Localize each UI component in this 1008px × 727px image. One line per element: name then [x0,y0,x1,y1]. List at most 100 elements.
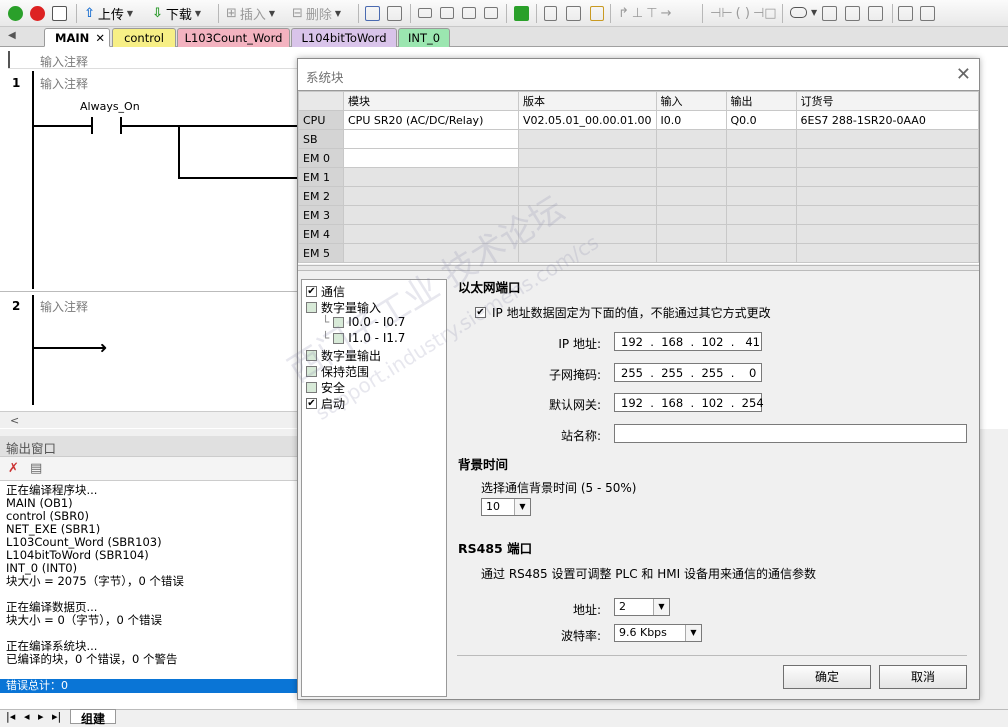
go-icon[interactable] [514,6,529,21]
cell-output[interactable] [725,186,797,206]
tab-l104bittoword[interactable]: L104bitToWord [291,28,397,47]
tab-l103count-word[interactable]: L103Count_Word [177,28,290,47]
cell-module[interactable]: CPU SR20 (AC/DC/Relay) [343,110,519,130]
station-name-field[interactable] [614,424,967,443]
close-icon[interactable]: ✕ [956,64,971,85]
cell-output[interactable] [725,167,797,187]
tab-main[interactable]: MAIN ✕ [44,28,110,47]
properties-icon[interactable] [868,6,883,21]
cell-version[interactable] [518,129,657,149]
cell-input[interactable] [655,186,727,206]
next-page-icon[interactable]: ▸ [38,710,44,723]
fixed-ip-checkbox[interactable]: ✔ [475,307,486,318]
key-icon[interactable] [590,6,604,21]
cell-module[interactable] [343,205,519,225]
splitter[interactable] [298,265,979,271]
cell-order[interactable] [795,167,979,187]
tree-item-security[interactable]: 安全 [306,379,345,396]
tab-int-0[interactable]: INT_0 [398,28,450,47]
last-page-icon[interactable]: ▸| [52,710,61,723]
table-row[interactable]: EM 0 [298,148,979,168]
upload-button[interactable]: ⇧ 上传 ▼ [84,4,133,23]
clear-output-icon[interactable]: ✗ [8,461,19,476]
cell-input[interactable] [655,148,727,168]
contact-icon[interactable]: ⊣⊢ [710,6,733,21]
stop-icon[interactable] [30,6,45,21]
unlock-icon[interactable] [566,6,581,21]
table-row[interactable]: EM 2 [298,186,979,206]
cell-version[interactable]: V02.05.01_00.00.01.00 [518,110,657,130]
tree-item-i1[interactable]: └ I1.0 - I1.7 [322,331,405,345]
tree-item-retentive[interactable]: 保持范围 [306,363,369,380]
edit-icon[interactable] [845,6,860,21]
tree-item-startup[interactable]: ✔ 启动 [306,395,345,412]
table-row[interactable]: EM 1 [298,167,979,187]
table-row[interactable]: CPU CPU SR20 (AC/DC/Relay) V02.05.01_00.00… [298,110,979,130]
insert-button[interactable]: ⊞ 插入 ▼ [226,4,275,23]
table-row[interactable]: EM 3 [298,205,979,225]
delete-button[interactable]: ⊟ 删除 ▼ [292,4,341,23]
cell-output[interactable] [725,224,797,244]
timer-icon[interactable] [484,7,498,19]
cell-output[interactable]: Q0.0 [725,110,797,130]
cell-version[interactable] [518,224,657,244]
compile-icon[interactable] [52,6,67,21]
branch-up-icon[interactable]: ⊤ [646,6,657,21]
error-total[interactable]: 错误总计：0 [0,679,297,693]
open-icon[interactable] [462,7,476,19]
cancel-button[interactable]: 取消 [879,665,967,689]
branch-icon[interactable]: ↱ [618,6,629,21]
cell-version[interactable] [518,148,657,168]
rung-2-comment[interactable]: 输入注释 [40,298,88,315]
network-icon[interactable] [365,6,380,21]
cell-order[interactable] [795,148,979,168]
cell-module[interactable] [343,148,519,168]
cell-order[interactable] [795,129,979,149]
table-icon[interactable] [822,6,837,21]
tree-item-digital-input[interactable]: 数字量输入 [306,299,381,316]
tab-scroll-left-icon[interactable]: ◀ [8,30,16,41]
tab-control[interactable]: control [112,28,176,47]
contact-left-bar[interactable] [91,117,93,134]
pencil-icon[interactable] [898,6,913,21]
cell-module[interactable] [343,167,519,187]
run-icon[interactable] [8,6,23,21]
tab-build[interactable]: 组建 [70,709,117,726]
window-icon[interactable] [418,8,432,18]
cell-input[interactable] [655,243,727,263]
checkbox-checked-icon[interactable]: ✔ [306,286,317,297]
cell-version[interactable] [518,186,657,206]
cell-order[interactable] [795,205,979,225]
fixed-ip-option[interactable]: ✔ IP 地址数据固定为下面的值，不能通过其它方式更改 [475,304,771,321]
cell-output[interactable] [725,148,797,168]
program-comment[interactable]: 输入注释 [8,51,298,69]
cell-input[interactable] [655,129,727,149]
cell-input[interactable]: I0.0 [655,110,727,130]
tree-item-digital-output[interactable]: 数字量输出 [306,347,381,364]
cell-version[interactable] [518,243,657,263]
coil-icon[interactable]: ( ) [736,6,750,21]
cell-module[interactable] [343,129,519,149]
cell-output[interactable] [725,129,797,149]
cell-module[interactable] [343,186,519,206]
table-row[interactable]: EM 5 [298,243,979,263]
scroll-left-icon[interactable]: < [10,414,19,427]
download-button[interactable]: ⇩ 下载 ▼ [152,4,201,23]
comment-icon[interactable] [790,7,807,18]
compare-icon[interactable] [387,6,402,21]
cell-input[interactable] [655,167,727,187]
cell-order[interactable]: 6ES7 288-1SR20-0AA0 [795,110,979,130]
cell-version[interactable] [518,167,657,187]
table-row[interactable]: SB [298,129,979,149]
line-right-icon[interactable]: → [661,6,672,21]
baud-rate-select[interactable]: 9.6 Kbps ▼ [614,624,702,642]
close-tab-icon[interactable]: ✕ [95,31,105,45]
prev-page-icon[interactable]: ◂ [24,710,30,723]
cell-input[interactable] [655,224,727,244]
copy-output-icon[interactable]: ▤ [30,461,42,476]
box-icon[interactable]: ⊣□ [753,6,777,21]
cell-module[interactable] [343,243,519,263]
cell-order[interactable] [795,243,979,263]
rs485-address-select[interactable]: 2 ▼ [614,598,670,616]
rung-1-comment[interactable]: 输入注释 [40,75,88,92]
